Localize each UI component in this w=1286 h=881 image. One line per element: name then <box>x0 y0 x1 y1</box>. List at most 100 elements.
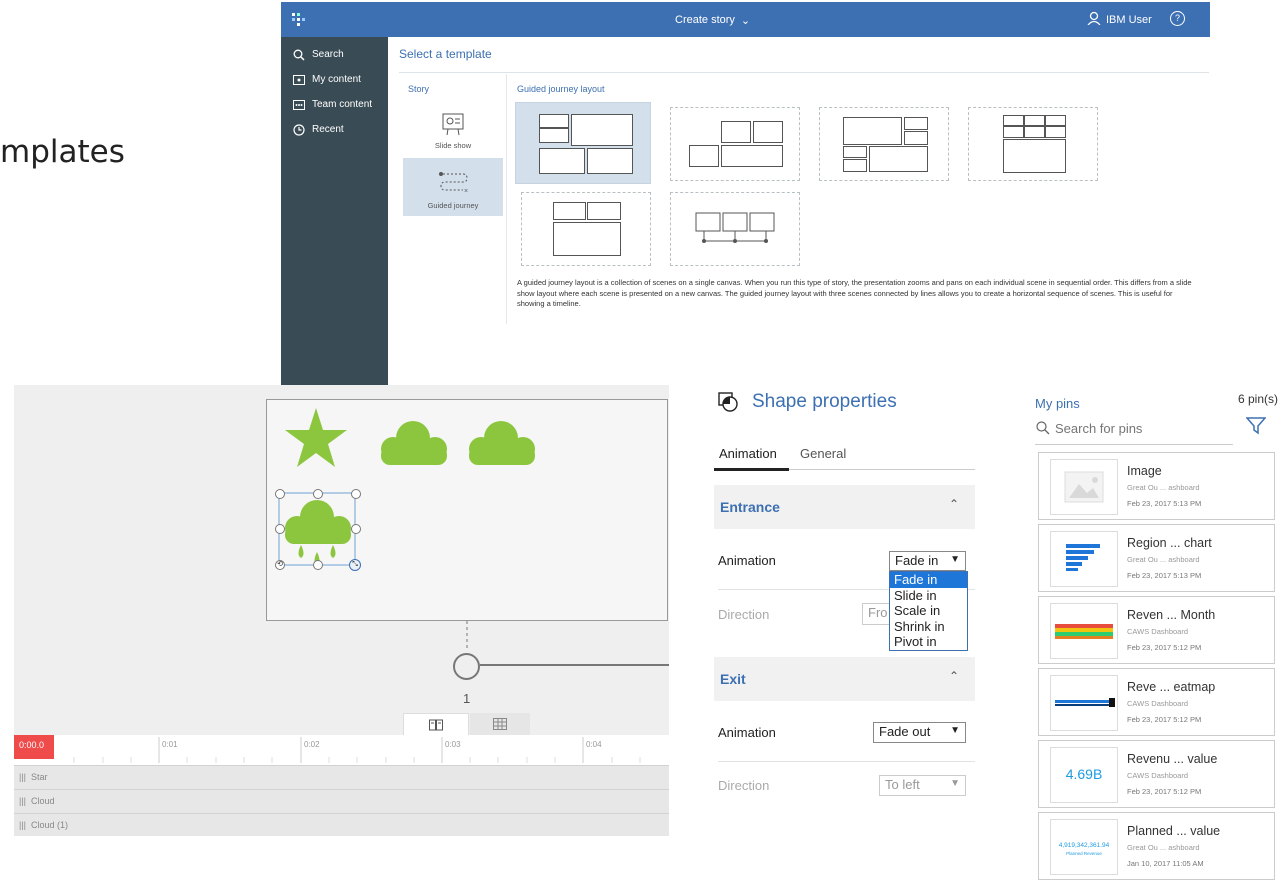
exit-animation-select[interactable]: Fade out ▼ <box>873 722 966 743</box>
drag-handle-icon[interactable]: ||| <box>19 772 26 782</box>
sidebar-item-team-content[interactable]: Team content <box>293 99 372 110</box>
pin-title: Planned ... value <box>1127 824 1221 838</box>
dropdown-arrow-icon: ▼ <box>950 554 960 565</box>
pin-card[interactable]: Image Great Ou ... ashboard Feb 23, 2017… <box>1038 452 1275 520</box>
storyboard-view-tab[interactable] <box>403 713 469 736</box>
section-title: Entrance <box>720 499 780 515</box>
chevron-down-icon: ⌄ <box>740 15 751 27</box>
exit-section-header[interactable]: Exit ⌃ <box>714 657 975 701</box>
timeline[interactable]: 0:00.0 0:01 0:02 0:03 0:04 ||| Star ||| … <box>14 735 669 836</box>
story-type-slide-show[interactable]: Slide show <box>405 101 501 157</box>
pin-card[interactable]: Reven ... Month CAWS Dashboard Feb 23, 2… <box>1038 596 1275 664</box>
story-type-label: Guided journey <box>427 201 479 210</box>
layout-description: A guided journey layout is a collection … <box>517 278 1192 308</box>
folder-user-icon <box>293 74 305 85</box>
pin-date: Feb 23, 2017 5:12 PM <box>1127 643 1202 652</box>
story-type-guided-journey[interactable]: × Guided journey <box>403 158 503 216</box>
pin-card[interactable]: Region ... chart Great Ou ... ashboard F… <box>1038 524 1275 592</box>
select-value: Fade in <box>895 553 939 568</box>
top-bar: Create story ⌄ IBM User ? <box>281 2 1210 37</box>
pin-source: CAWS Dashboard <box>1127 771 1188 780</box>
panel-title-text: Shape properties <box>752 391 897 412</box>
animation-label: Animation <box>718 553 776 568</box>
pin-date: Feb 23, 2017 5:12 PM <box>1127 787 1202 796</box>
grid-view-tab[interactable] <box>470 713 530 735</box>
create-story-menu[interactable]: Create story ⌄ <box>675 14 750 27</box>
user-icon[interactable] <box>1087 11 1101 28</box>
create-story-label: Create story <box>675 14 735 26</box>
pin-count: 6 pin(s) <box>1238 392 1279 406</box>
layout-option-4[interactable] <box>968 107 1098 181</box>
chevron-up-icon[interactable]: ⌃ <box>949 497 959 511</box>
layout-option-2[interactable] <box>670 107 800 181</box>
tab-animation[interactable]: Animation <box>719 446 777 461</box>
help-icon[interactable]: ? <box>1170 11 1185 26</box>
sidebar-item-search[interactable]: Search <box>293 49 344 61</box>
filter-icon[interactable] <box>1246 417 1266 435</box>
sidebar-item-recent[interactable]: Recent <box>293 123 344 136</box>
page-title: Select a template <box>399 47 492 61</box>
direction-label: Direction <box>718 607 770 622</box>
dropdown-option[interactable]: Fade in <box>890 572 967 588</box>
user-name[interactable]: IBM User <box>1106 14 1152 26</box>
search-input[interactable] <box>1053 420 1227 437</box>
drag-handle-icon[interactable]: ||| <box>19 796 26 806</box>
book-icon <box>429 719 443 731</box>
pin-thumbnail-kpi: 4.69B <box>1050 747 1118 803</box>
sidebar-item-my-content[interactable]: My content <box>293 74 361 85</box>
pin-source: CAWS Dashboard <box>1127 627 1188 636</box>
layout-option-6[interactable] <box>670 192 800 266</box>
pin-card[interactable]: 4.69B Revenu ... value CAWS Dashboard Fe… <box>1038 740 1275 808</box>
dropdown-option[interactable]: Slide in <box>890 588 967 604</box>
panel-title: Shape properties <box>718 391 897 413</box>
pin-card[interactable]: Reve ... eatmap CAWS Dashboard Feb 23, 2… <box>1038 668 1275 736</box>
tab-general[interactable]: General <box>800 446 846 461</box>
select-value: Fade out <box>879 724 931 739</box>
pin-thumbnail-heatmap-icon <box>1050 675 1118 731</box>
canvas-screenshot: ⟲ ⤡ 1 0:00.0 0:01 0:02 0:03 0:04 ||| Sta… <box>14 385 669 836</box>
pin-date: Jan 10, 2017 11:05 AM <box>1127 859 1204 868</box>
pins-search[interactable] <box>1035 418 1233 445</box>
section-title: Exit <box>720 671 746 687</box>
animation-dropdown-list[interactable]: Fade in Slide in Scale in Shrink in Pivo… <box>889 571 968 651</box>
shape-icon <box>718 392 738 412</box>
layout-option-1[interactable] <box>515 102 651 184</box>
dropdown-option[interactable]: Pivot in <box>890 634 967 650</box>
pin-source: Great Ou ... ashboard <box>1127 843 1200 852</box>
slide-show-icon <box>442 113 464 136</box>
track-label: Cloud <box>31 796 55 806</box>
layout-option-5[interactable] <box>521 192 651 266</box>
story-label: Story <box>408 84 430 94</box>
sidebar: Search My content Team content Recent <box>281 37 388 386</box>
guided-journey-icon: × <box>439 172 468 195</box>
track-row[interactable]: ||| Star <box>14 765 669 789</box>
track-label: Star <box>31 772 48 782</box>
search-icon <box>1036 421 1050 435</box>
track-row[interactable]: ||| Cloud <box>14 789 669 813</box>
track-row[interactable]: ||| Cloud (1) <box>14 813 669 836</box>
pin-thumbnail-image-icon <box>1050 459 1118 515</box>
template-picker-screenshot: Create story ⌄ IBM User ? Search My cont… <box>281 2 1210 386</box>
pin-card[interactable]: 4,919,342,361.94 Planned Revenue Planned… <box>1038 812 1275 880</box>
entrance-animation-select[interactable]: Fade in ▼ <box>889 551 966 571</box>
dropdown-option[interactable]: Shrink in <box>890 619 967 635</box>
entrance-section-header[interactable]: Entrance ⌃ <box>714 485 975 529</box>
active-tab-indicator <box>714 468 789 471</box>
clock-icon <box>293 123 305 136</box>
story-type-label: Slide show <box>434 141 472 150</box>
dropdown-option[interactable]: Scale in <box>890 603 967 619</box>
select-value: To left <box>885 777 920 792</box>
pin-title: Image <box>1127 464 1162 478</box>
tick-label: 0:04 <box>586 740 602 749</box>
pins-title: My pins <box>1035 396 1080 411</box>
exit-direction-select[interactable]: To left ▼ <box>879 775 966 796</box>
layout-option-3[interactable] <box>819 107 949 181</box>
scene-node[interactable] <box>453 653 480 680</box>
chevron-up-icon[interactable]: ⌃ <box>949 669 959 683</box>
app-logo-icon[interactable] <box>291 12 305 29</box>
sidebar-item-label: My content <box>312 74 361 85</box>
pin-date: Feb 23, 2017 5:13 PM <box>1127 499 1202 508</box>
kpi-value: 4,919,342,361.94 <box>1058 842 1110 849</box>
drag-handle-icon[interactable]: ||| <box>19 820 26 830</box>
pin-thumbnail-kpi: 4,919,342,361.94 Planned Revenue <box>1050 819 1118 875</box>
